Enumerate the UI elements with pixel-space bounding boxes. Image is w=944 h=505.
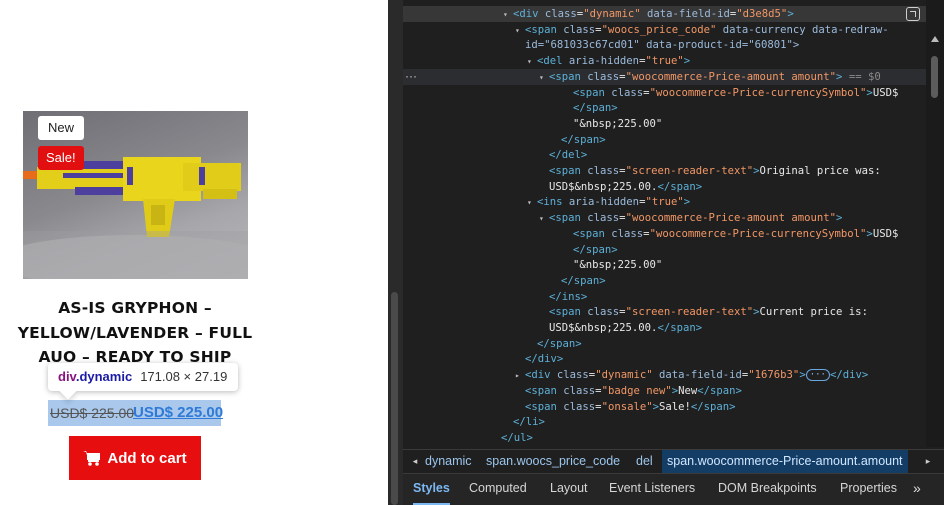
dom-node-line[interactable]: ▾ <span class="woocommerce-Price-amount a…: [403, 210, 926, 226]
copy-icon[interactable]: [906, 7, 920, 21]
expand-arrow-icon: ▸: [515, 371, 520, 381]
collapse-arrow-icon: ▾: [527, 198, 532, 208]
breadcrumb-forward-icon[interactable]: ▸: [918, 450, 938, 473]
dom-node-line[interactable]: USD$&nbsp;225.00.</span>: [403, 320, 926, 336]
tooltip-dimensions: 171.08 × 27.19: [140, 369, 228, 384]
dom-node-line[interactable]: USD$&nbsp;225.00.</span>: [403, 179, 926, 195]
dom-node-line[interactable]: <span class="woocommerce-Price-currencyS…: [403, 85, 926, 101]
tooltip-class: .dynamic: [75, 369, 133, 384]
breadcrumb-item[interactable]: span.woocs_price_code: [486, 450, 620, 473]
add-to-cart-button[interactable]: Add to cart: [69, 436, 201, 480]
dom-node-line[interactable]: </span>: [403, 242, 926, 258]
dom-node-line[interactable]: </span>: [403, 132, 926, 148]
dom-node-line[interactable]: ▾ <span class="woocs_price_code" data-cur…: [403, 22, 926, 38]
scroll-up-icon[interactable]: [931, 36, 939, 42]
product-card: New Sale! AS-IS GRYPHON – YELLOW/LAVENDE…: [0, 0, 388, 505]
expand-ellipsis-icon: ···: [805, 369, 830, 382]
collapse-arrow-icon: ▾: [527, 57, 532, 67]
cart-icon: [83, 451, 101, 466]
new-badge: New: [38, 116, 85, 140]
dom-node-line[interactable]: ▾ <ins aria-hidden="true">: [403, 194, 926, 210]
original-price: USD$ 225.00: [50, 405, 135, 421]
collapse-arrow-icon: ▾: [503, 10, 508, 19]
dom-node-line[interactable]: <span class="screen-reader-text">Current…: [403, 304, 926, 320]
dom-node-line[interactable]: ▸ <div class="dynamic" data-field-id="167…: [403, 367, 926, 383]
styles-tabs: Styles Computed Layout Event Listeners D…: [403, 473, 944, 505]
breadcrumb-item[interactable]: del: [636, 450, 653, 473]
dom-node-line[interactable]: "&nbsp;225.00": [403, 116, 926, 132]
collapse-arrow-icon: ▾: [539, 214, 544, 224]
product-title[interactable]: AS-IS GRYPHON – YELLOW/LAVENDER – FULL A…: [10, 296, 260, 370]
tab-layout[interactable]: Layout: [550, 474, 588, 505]
breadcrumb-back-icon[interactable]: ◂: [405, 450, 425, 473]
dom-node-line[interactable]: <span class="onsale">Sale!</span>: [403, 399, 926, 415]
elements-scrollbar[interactable]: [926, 0, 944, 447]
breadcrumb: ◂ dynamic span.woocs_price_code del span…: [403, 449, 944, 473]
elements-scrollbar-thumb[interactable]: [931, 56, 938, 98]
dom-node-line[interactable]: <span class="badge new">New</span>: [403, 383, 926, 399]
tab-computed[interactable]: Computed: [469, 474, 527, 505]
dom-node-line[interactable]: "&nbsp;225.00": [403, 257, 926, 273]
tab-styles[interactable]: Styles: [413, 474, 450, 505]
product-title-line: AS-IS GRYPHON –: [58, 299, 212, 317]
dom-node-line[interactable]: </li>: [403, 414, 926, 430]
product-title-line: YELLOW/LAVENDER – FULL: [17, 323, 253, 342]
tooltip-tag: div: [58, 369, 76, 384]
dom-node-line[interactable]: </span>: [403, 336, 926, 352]
dom-node-line[interactable]: </ul>: [403, 430, 926, 446]
elements-tree[interactable]: ▾ <div class="dynamic" data-field-id="d3e…: [403, 0, 926, 447]
node-actions-ellipsis[interactable]: ···: [405, 69, 417, 83]
dom-node-line[interactable]: </span>: [403, 100, 926, 116]
sale-badge: Sale!: [38, 146, 84, 170]
page-scrollbar-thumb[interactable]: [391, 292, 398, 505]
dom-node-line[interactable]: ▾ <span class="woocommerce-Price-amount a…: [403, 68, 926, 85]
dom-node-line[interactable]: <span class="woocommerce-Price-currencyS…: [403, 226, 926, 242]
dom-node-line[interactable]: ▾ <div class="dynamic" data-field-id="d3e…: [403, 6, 926, 22]
dom-node-line[interactable]: </div>: [403, 351, 926, 367]
add-to-cart-label: Add to cart: [107, 449, 187, 467]
tab-event-listeners[interactable]: Event Listeners: [609, 474, 695, 505]
current-price[interactable]: USD$ 225.00: [133, 403, 223, 423]
dom-node-line[interactable]: id="681033c67cd01" data-product-id="6080…: [403, 37, 926, 53]
collapse-arrow-icon: ▾: [515, 25, 520, 35]
dom-node-line[interactable]: <span class="screen-reader-text">Origina…: [403, 163, 926, 179]
inspect-tooltip: div.dynamic 171.08 × 27.19: [48, 363, 238, 391]
tab-dom-breakpoints[interactable]: DOM Breakpoints: [718, 474, 817, 505]
tab-properties[interactable]: Properties: [840, 474, 897, 505]
dom-node-line[interactable]: </span>: [403, 273, 926, 289]
panel-resize-divider[interactable]: [388, 0, 403, 505]
devtools-panel: ▾ <div class="dynamic" data-field-id="d3e…: [403, 0, 944, 505]
breadcrumb-item-active[interactable]: span.woocommerce-Price-amount.amount: [662, 450, 908, 473]
dom-node-line[interactable]: </ins>: [403, 289, 926, 305]
dom-node-line[interactable]: </del>: [403, 147, 926, 163]
more-tabs-icon[interactable]: »: [913, 474, 921, 502]
collapse-arrow-icon: ▾: [539, 72, 544, 82]
dom-node-line[interactable]: ▾ <del aria-hidden="true">: [403, 53, 926, 69]
breadcrumb-item[interactable]: dynamic: [425, 450, 472, 473]
